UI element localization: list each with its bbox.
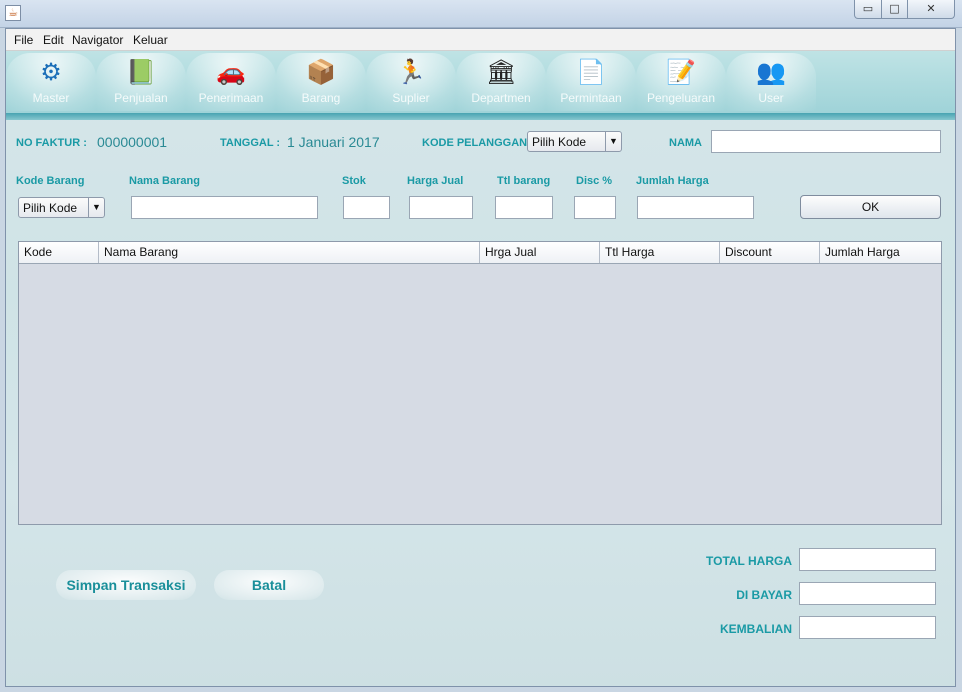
batal-button[interactable]: Batal bbox=[214, 570, 324, 600]
notepad-icon: 📝 bbox=[666, 58, 696, 86]
kembalian-label: KEMBALIAN bbox=[720, 622, 792, 636]
column-kode[interactable]: Kode bbox=[19, 242, 99, 263]
box-icon: 📦 bbox=[306, 58, 336, 86]
runner-icon: 🏃 bbox=[396, 58, 426, 86]
book-icon: 📗 bbox=[126, 58, 156, 86]
tanggal-value: 1 Januari 2017 bbox=[287, 134, 380, 150]
stok-field[interactable] bbox=[343, 196, 390, 219]
kode-barang-selected: Pilih Kode bbox=[23, 201, 78, 215]
toolbar-label: Barang bbox=[301, 91, 341, 105]
nama-barang-label: Nama Barang bbox=[129, 175, 200, 187]
menu-file[interactable]: File bbox=[14, 33, 33, 47]
gear-icon: ⚙ bbox=[40, 58, 62, 86]
toolbar-label: Penerimaan bbox=[198, 91, 264, 105]
column-jumlah-harga[interactable]: Jumlah Harga bbox=[820, 242, 941, 263]
building-icon: 🏛 bbox=[486, 58, 517, 86]
chevron-down-icon: ▼ bbox=[88, 198, 104, 217]
main-window: File Edit Navigator Keluar ⚙ Master 📗 Pe… bbox=[5, 28, 956, 687]
chevron-down-icon: ▼ bbox=[605, 132, 621, 151]
car-icon: 🚗 bbox=[216, 58, 246, 86]
column-ttl-harga[interactable]: Ttl Harga bbox=[600, 242, 720, 263]
toolbar-label: Master bbox=[32, 91, 70, 105]
kode-pelanggan-label: KODE PELANGGAN bbox=[422, 137, 528, 149]
nama-barang-field[interactable] bbox=[131, 196, 318, 219]
title-bar: ☕ ▭ □ ✕ bbox=[0, 0, 962, 28]
tanggal-label: TANGGAL : bbox=[220, 137, 281, 149]
ttl-barang-label: Ttl barang bbox=[497, 175, 551, 187]
menu-bar: File Edit Navigator Keluar bbox=[6, 29, 955, 51]
toolbar-departmen-button[interactable]: 🏛 Departmen bbox=[456, 53, 546, 111]
disc-label: Disc % bbox=[576, 175, 613, 187]
toolbar-pengeluaran-button[interactable]: 📝 Pengeluaran bbox=[636, 53, 726, 111]
minimize-button[interactable]: ▭ bbox=[854, 0, 882, 19]
toolbar-barang-button[interactable]: 📦 Barang bbox=[276, 53, 366, 111]
toolbar-label: Departmen bbox=[471, 91, 531, 105]
total-harga-label: TOTAL HARGA bbox=[706, 554, 792, 568]
toolbar-user-button[interactable]: 👥 User bbox=[726, 53, 816, 111]
kode-pelanggan-selected: Pilih Kode bbox=[532, 135, 587, 149]
di-bayar-label: DI BAYAR bbox=[736, 588, 792, 602]
users-icon: 👥 bbox=[756, 58, 786, 86]
kode-pelanggan-select[interactable]: Pilih Kode ▼ bbox=[527, 131, 622, 152]
nama-field[interactable] bbox=[711, 130, 941, 153]
ok-button[interactable]: OK bbox=[800, 195, 941, 219]
toolbar-permintaan-button[interactable]: 📄 Permintaan bbox=[546, 53, 636, 111]
items-table[interactable]: Kode Nama Barang Hrga Jual Ttl Harga Dis… bbox=[18, 241, 942, 525]
column-discount[interactable]: Discount bbox=[720, 242, 820, 263]
harga-jual-label: Harga Jual bbox=[407, 175, 464, 187]
no-faktur-value: 000000001 bbox=[97, 134, 168, 150]
disc-field[interactable] bbox=[574, 196, 616, 219]
column-hrga-jual[interactable]: Hrga Jual bbox=[480, 242, 600, 263]
toolbar-label: User bbox=[758, 91, 784, 105]
toolbar-label: Pengeluaran bbox=[646, 91, 716, 105]
toolbar-master-button[interactable]: ⚙ Master bbox=[6, 53, 96, 111]
document-icon: 📄 bbox=[576, 58, 606, 86]
toolbar: ⚙ Master 📗 Penjualan 🚗 Penerimaan 📦 Bara… bbox=[6, 51, 955, 113]
stok-label: Stok bbox=[342, 175, 366, 187]
close-button[interactable]: ✕ bbox=[907, 0, 955, 19]
toolbar-penjualan-button[interactable]: 📗 Penjualan bbox=[96, 53, 186, 111]
jumlah-harga-label: Jumlah Harga bbox=[636, 175, 709, 187]
menu-navigator[interactable]: Navigator bbox=[72, 33, 123, 47]
harga-jual-field[interactable] bbox=[409, 196, 473, 219]
java-app-icon[interactable]: ☕ bbox=[5, 5, 21, 21]
simpan-transaksi-button[interactable]: Simpan Transaksi bbox=[56, 570, 196, 600]
toolbar-label: Suplier bbox=[392, 91, 430, 105]
toolbar-label: Permintaan bbox=[560, 91, 622, 105]
menu-edit[interactable]: Edit bbox=[43, 33, 64, 47]
di-bayar-field[interactable] bbox=[799, 582, 936, 605]
kode-barang-select[interactable]: Pilih Kode ▼ bbox=[18, 197, 105, 218]
toolbar-penerimaan-button[interactable]: 🚗 Penerimaan bbox=[186, 53, 276, 111]
column-nama-barang[interactable]: Nama Barang bbox=[99, 242, 480, 263]
maximize-button[interactable]: □ bbox=[881, 0, 908, 19]
total-harga-field[interactable] bbox=[799, 548, 936, 571]
no-faktur-label: NO FAKTUR : bbox=[16, 137, 87, 149]
kembalian-field[interactable] bbox=[799, 616, 936, 639]
nama-label: NAMA bbox=[669, 137, 702, 149]
toolbar-label: Penjualan bbox=[114, 91, 168, 105]
ttl-barang-field[interactable] bbox=[495, 196, 553, 219]
toolbar-suplier-button[interactable]: 🏃 Suplier bbox=[366, 53, 456, 111]
toolbar-divider bbox=[6, 113, 955, 120]
table-header: Kode Nama Barang Hrga Jual Ttl Harga Dis… bbox=[19, 242, 941, 264]
kode-barang-label: Kode Barang bbox=[16, 175, 85, 187]
jumlah-harga-field[interactable] bbox=[637, 196, 754, 219]
menu-keluar[interactable]: Keluar bbox=[133, 33, 168, 47]
